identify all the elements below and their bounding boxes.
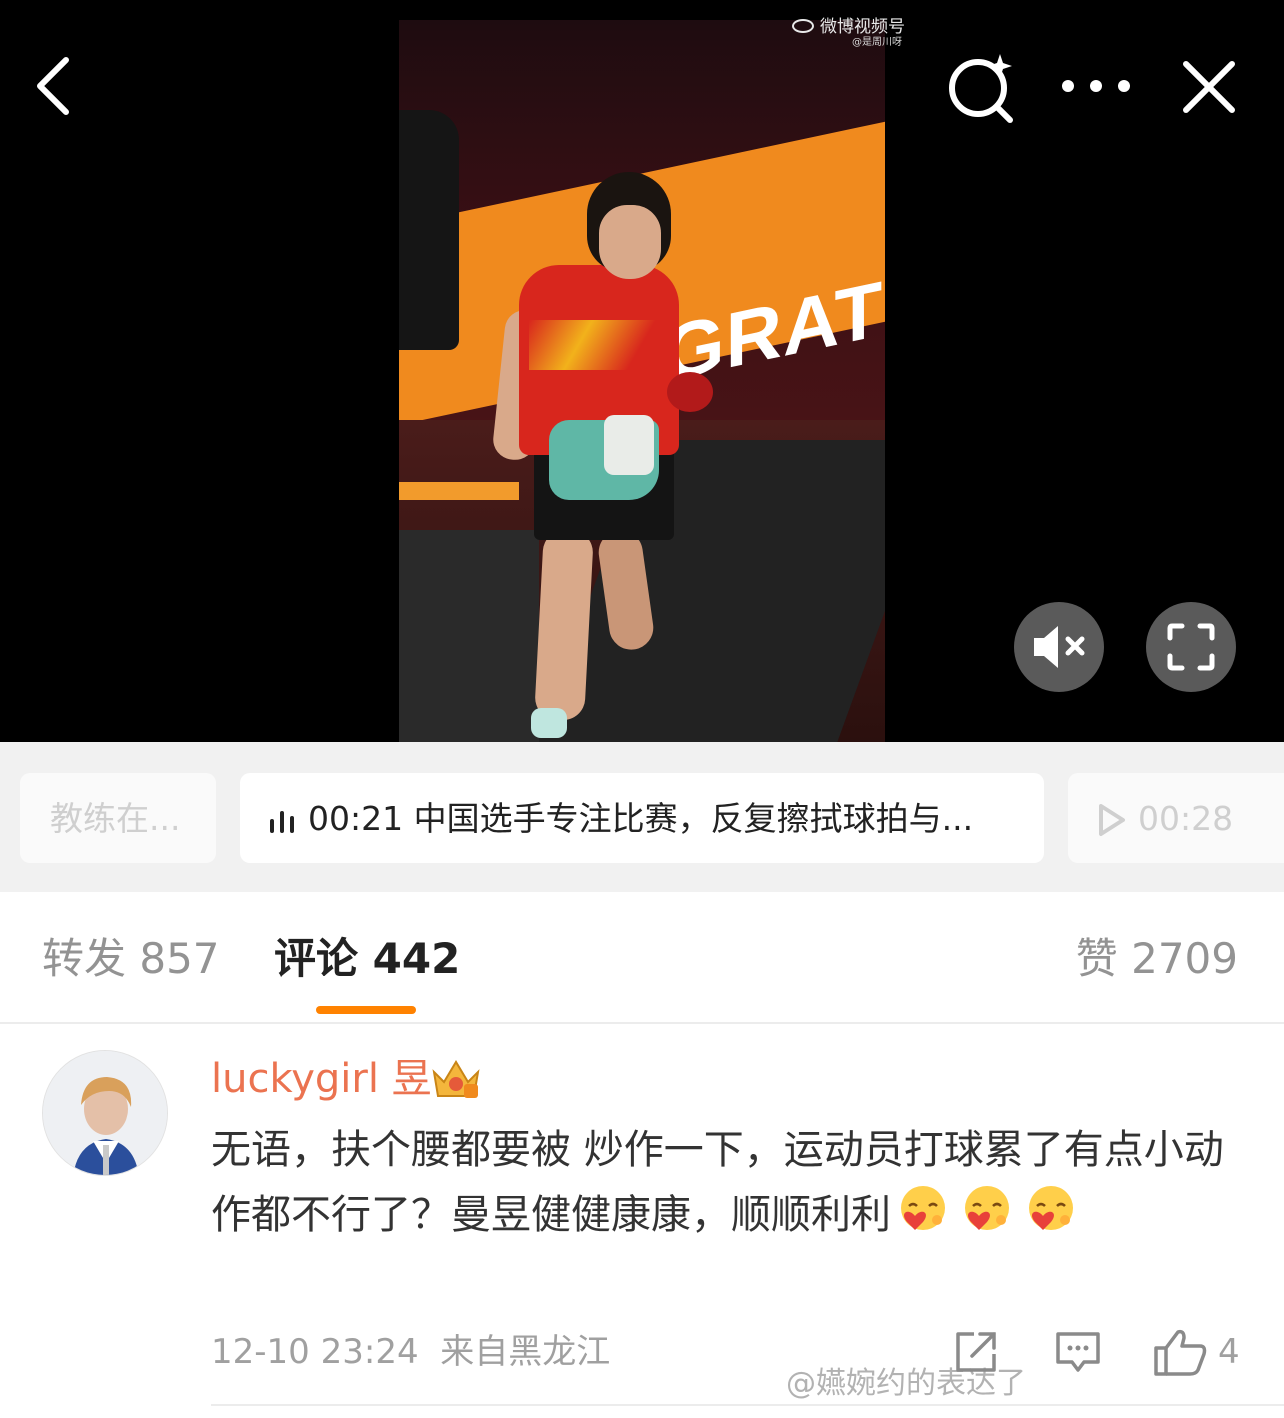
courtside-box: [399, 530, 539, 742]
video-player[interactable]: GRATU 微博视频号 @是周川呀: [0, 0, 1284, 742]
comment-body: 无语，扶个腰都要被 炒作一下，运动员打球累了有点小动作都不行了？曼昱健健康康，顺…: [211, 1118, 1251, 1247]
like-count: 4: [1218, 1332, 1240, 1372]
play-icon: [1099, 804, 1125, 836]
weibo-logo-icon: [792, 19, 814, 33]
tab-like[interactable]: 赞 2709: [1076, 934, 1238, 984]
tab-comment[interactable]: 评论 442: [274, 934, 460, 984]
chapter-item-active[interactable]: 00:21 中国选手专注比赛，反复擦拭球拍与...: [240, 773, 1044, 863]
more-button[interactable]: [1056, 60, 1136, 112]
close-button[interactable]: [1176, 54, 1242, 120]
more-dots-icon: [1062, 80, 1130, 92]
sparkle-search-icon: [949, 54, 1013, 123]
chapter-label: 00:28: [1138, 799, 1234, 838]
back-button[interactable]: [26, 52, 86, 122]
comment-icon[interactable]: [1054, 1328, 1102, 1376]
chapter-strip[interactable]: 教练在... 00:21 中国选手专注比赛，反复擦拭球拍与... 00:28: [0, 742, 1284, 892]
crown-badge-icon: [432, 1060, 480, 1098]
active-tab-indicator: [316, 1006, 416, 1014]
table-edge: [399, 482, 519, 500]
player-face: [599, 205, 661, 279]
comment-location: 来自黑龙江: [440, 1332, 611, 1372]
video-frame: GRATU: [399, 20, 885, 742]
fullscreen-button[interactable]: [1146, 602, 1236, 692]
shirt-stripe: [529, 320, 659, 370]
player-shoe: [531, 708, 567, 738]
towel: [604, 415, 654, 475]
tab-repost[interactable]: 转发 857: [42, 934, 220, 984]
comment-meta: 12-10 23:24 来自黑龙江: [211, 1330, 610, 1374]
avatar-image: [43, 1051, 167, 1175]
watermark-author: @是周川呀: [852, 37, 902, 48]
chapter-item[interactable]: 00:28: [1068, 773, 1284, 863]
muted-speaker-icon: [1034, 626, 1085, 668]
paddle: [667, 372, 713, 412]
chapter-label: 教练在...: [50, 799, 181, 838]
chevron-left-icon: [37, 57, 69, 115]
player-leg: [534, 528, 594, 722]
comment-item: luckygirl 昱 无语，扶个腰都要被 炒作一下，运动员打球累了有点小动作都…: [0, 1024, 1284, 1418]
thumbs-up-icon[interactable]: [1152, 1328, 1208, 1376]
search-button[interactable]: [944, 50, 1020, 126]
close-icon: [1183, 61, 1235, 113]
share-icon[interactable]: [952, 1328, 1000, 1376]
comment-time: 12-10 23:24: [211, 1332, 419, 1372]
interaction-tabs: 转发 857 评论 442 赞 2709: [0, 892, 1284, 1024]
hug-heart-emoji-icon: [1029, 1186, 1073, 1230]
fullscreen-icon: [1167, 623, 1215, 671]
audio-bars-icon: [270, 811, 294, 833]
avatar[interactable]: [42, 1050, 168, 1176]
coach-figure: [399, 110, 459, 350]
chapter-label: 00:21 中国选手专注比赛，反复擦拭球拍与...: [308, 799, 974, 838]
mute-button[interactable]: [1014, 602, 1104, 692]
comment-username[interactable]: luckygirl 昱: [211, 1054, 432, 1104]
divider: [211, 1404, 1284, 1406]
chapter-item[interactable]: 教练在...: [20, 773, 216, 863]
hug-heart-emoji-icon: [965, 1186, 1009, 1230]
hug-heart-emoji-icon: [901, 1186, 945, 1230]
